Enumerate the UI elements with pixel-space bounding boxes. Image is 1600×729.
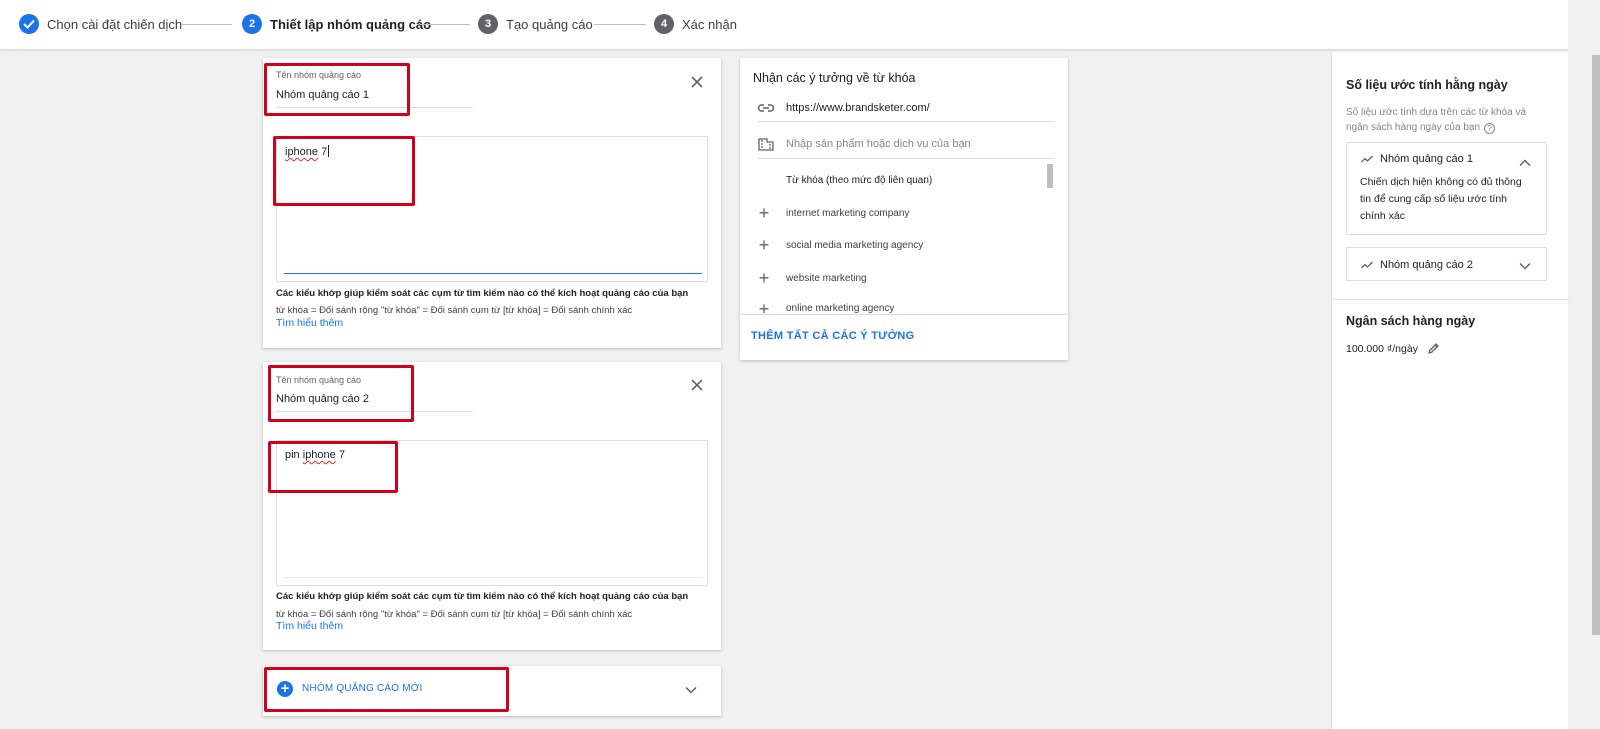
step-label: Xác nhận	[682, 16, 737, 32]
estimate-group-name: Nhóm quảng cáo 2	[1380, 259, 1473, 271]
annotation-box	[264, 667, 509, 712]
estimates-description: Số liệu ước tính dựa trên các từ khóa và…	[1346, 105, 1546, 135]
estimates-desc-text: Số liệu ước tính dựa trên các từ khóa và…	[1346, 107, 1527, 133]
keyword-list-header: Từ khóa (theo mức độ liên quan)	[786, 175, 933, 186]
building-icon	[758, 138, 774, 151]
keyword-idea-text: online marketing agency	[786, 303, 895, 313]
step-campaign-settings[interactable]: Chọn cài đặt chiến dịch	[19, 13, 182, 35]
step-label: Thiết lập nhóm quảng cáo	[270, 16, 432, 32]
step-number-badge: 2	[242, 14, 262, 34]
divider	[1332, 299, 1569, 300]
step-connector	[420, 24, 470, 25]
trending-icon	[1361, 261, 1373, 269]
learn-more-link[interactable]: Tìm hiểu thêm	[276, 317, 343, 329]
step-label: Chọn cài đặt chiến dịch	[47, 16, 183, 32]
daily-budget: 100.000 ₫/ngày	[1346, 342, 1440, 355]
match-types-title: Các kiểu khớp giúp kiểm soát các cụm từ …	[276, 288, 689, 299]
keyword-idea-text: internet marketing company	[786, 207, 910, 219]
keyword-idea-item[interactable]: + online marketing agency	[757, 302, 895, 313]
close-icon[interactable]	[689, 377, 705, 393]
link-icon	[757, 104, 775, 112]
pencil-icon[interactable]	[1427, 342, 1440, 355]
learn-more-link[interactable]: Tìm hiểu thêm	[276, 620, 343, 632]
annotation-box	[273, 136, 415, 206]
chevron-up-icon[interactable]	[1519, 159, 1531, 167]
campaign-stepper: Chọn cài đặt chiến dịch 2 Thiết lập nhóm…	[0, 0, 1568, 50]
step-number-badge: 4	[654, 14, 674, 34]
step-label: Tạo quảng cáo	[506, 16, 593, 32]
trending-icon	[1361, 155, 1373, 163]
ideas-scrollbar-thumb[interactable]	[1047, 164, 1053, 188]
estimate-card-ad-group-1: Nhóm quảng cáo 1 Chiến dịch hiện không c…	[1346, 142, 1547, 235]
keyword-ideas-title: Nhận các ý tưởng về từ khóa	[753, 71, 916, 85]
keyword-idea-text: social media marketing agency	[786, 239, 924, 251]
estimates-panel: Số liệu ước tính hằng ngày Số liệu ước t…	[1331, 52, 1569, 729]
estimate-card-header[interactable]: Nhóm quảng cáo 1	[1361, 153, 1473, 165]
match-types-legend: từ khóa = Đối sánh rộng "từ khóa" = Đối …	[276, 609, 633, 620]
page-scrollbar-thumb[interactable]	[1592, 55, 1600, 635]
plus-icon: +	[758, 203, 770, 223]
keyword-idea-item[interactable]: + website marketing	[757, 268, 867, 288]
product-placeholder: Nhập sản phẩm hoặc dịch vụ của bạn	[786, 138, 971, 150]
website-url-field[interactable]: https://www.brandsketer.com/	[757, 101, 930, 115]
checkmark-icon	[19, 14, 39, 34]
divider	[757, 158, 1055, 159]
estimate-group-name: Nhóm quảng cáo 1	[1380, 153, 1473, 165]
keyword-idea-text: website marketing	[786, 272, 867, 284]
help-icon[interactable]: ?	[1484, 123, 1495, 134]
annotation-box	[268, 441, 398, 493]
annotation-box	[264, 63, 410, 116]
divider	[757, 121, 1055, 122]
plus-icon: +	[758, 268, 770, 288]
input-underline	[284, 577, 702, 578]
daily-budget-value: 100.000 ₫/ngày	[1346, 342, 1418, 355]
step-connector	[594, 24, 646, 25]
website-url: https://www.brandsketer.com/	[786, 102, 930, 114]
step-number-badge: 3	[478, 14, 498, 34]
estimates-title: Số liệu ước tính hằng ngày	[1346, 78, 1508, 92]
step-create-ad[interactable]: 3 Tạo quảng cáo	[478, 13, 593, 35]
chevron-down-icon[interactable]	[1519, 262, 1531, 270]
product-input[interactable]: Nhập sản phẩm hoặc dịch vụ của bạn	[757, 137, 971, 151]
estimate-card-header[interactable]: Nhóm quảng cáo 2	[1361, 259, 1473, 271]
plus-icon: +	[758, 235, 770, 255]
add-all-ideas-button[interactable]: THÊM TẤT CẢ CÁC Ý TƯỞNG	[751, 330, 915, 342]
keyword-idea-item[interactable]: + internet marketing company	[757, 203, 910, 223]
estimate-message: Chiến dịch hiện không có đủ thông tin để…	[1360, 176, 1522, 222]
keyword-idea-item[interactable]: + social media marketing agency	[757, 235, 924, 255]
step-confirm[interactable]: 4 Xác nhận	[654, 13, 737, 35]
step-ad-group-setup[interactable]: 2 Thiết lập nhóm quảng cáo	[242, 13, 431, 35]
estimate-card-ad-group-2: Nhóm quảng cáo 2	[1346, 247, 1547, 281]
focus-underline	[284, 273, 702, 274]
chevron-down-icon[interactable]	[685, 686, 697, 694]
step-connector	[182, 24, 232, 25]
annotation-box	[268, 365, 414, 422]
divider	[740, 314, 1068, 315]
plus-icon: +	[758, 302, 770, 313]
match-types-legend: từ khóa = Đối sánh rộng "từ khóa" = Đối …	[276, 305, 633, 316]
close-icon[interactable]	[689, 74, 705, 90]
daily-budget-title: Ngân sách hàng ngày	[1346, 314, 1476, 328]
match-types-title: Các kiểu khớp giúp kiểm soát các cụm từ …	[276, 591, 689, 602]
keyword-ideas-panel: Nhận các ý tưởng về từ khóa https://www.…	[740, 58, 1068, 360]
